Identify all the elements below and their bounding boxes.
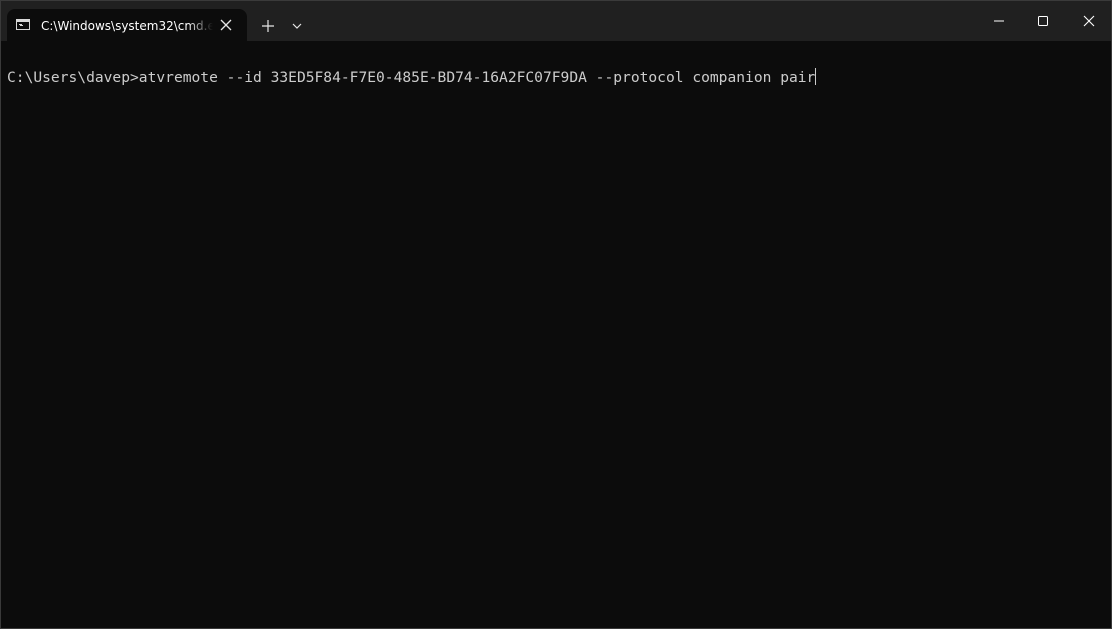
text-cursor [815,68,817,85]
tab-cmd[interactable]: C:\Windows\system32\cmd.exe [7,9,247,41]
terminal-window: C:\Windows\system32\cmd.exe C:\Users\dav… [0,0,1112,629]
command-prompt-icon [16,19,30,30]
command-prompt: C:\Users\davep> [7,69,139,86]
close-window-button[interactable] [1081,13,1097,29]
command-text: atvremote --id 33ED5F84-F7E0-485E-BD74-1… [138,69,816,86]
minimize-icon [994,20,1004,22]
terminal-output[interactable]: C:\Users\davep>atvremote --id 33ED5F84-F… [1,41,1111,628]
plus-icon [262,20,274,32]
close-icon [220,19,232,31]
chevron-down-icon [292,23,302,29]
maximize-icon [1038,16,1048,26]
tab-close-button[interactable] [218,17,234,33]
minimize-button[interactable] [991,13,1007,29]
tab-dropdown-button[interactable] [289,18,305,34]
new-tab-button[interactable] [259,17,277,35]
tab-title: C:\Windows\system32\cmd.exe [41,19,213,33]
title-bar[interactable]: C:\Windows\system32\cmd.exe [1,1,1111,41]
close-icon [1083,15,1095,27]
maximize-button[interactable] [1035,13,1051,29]
